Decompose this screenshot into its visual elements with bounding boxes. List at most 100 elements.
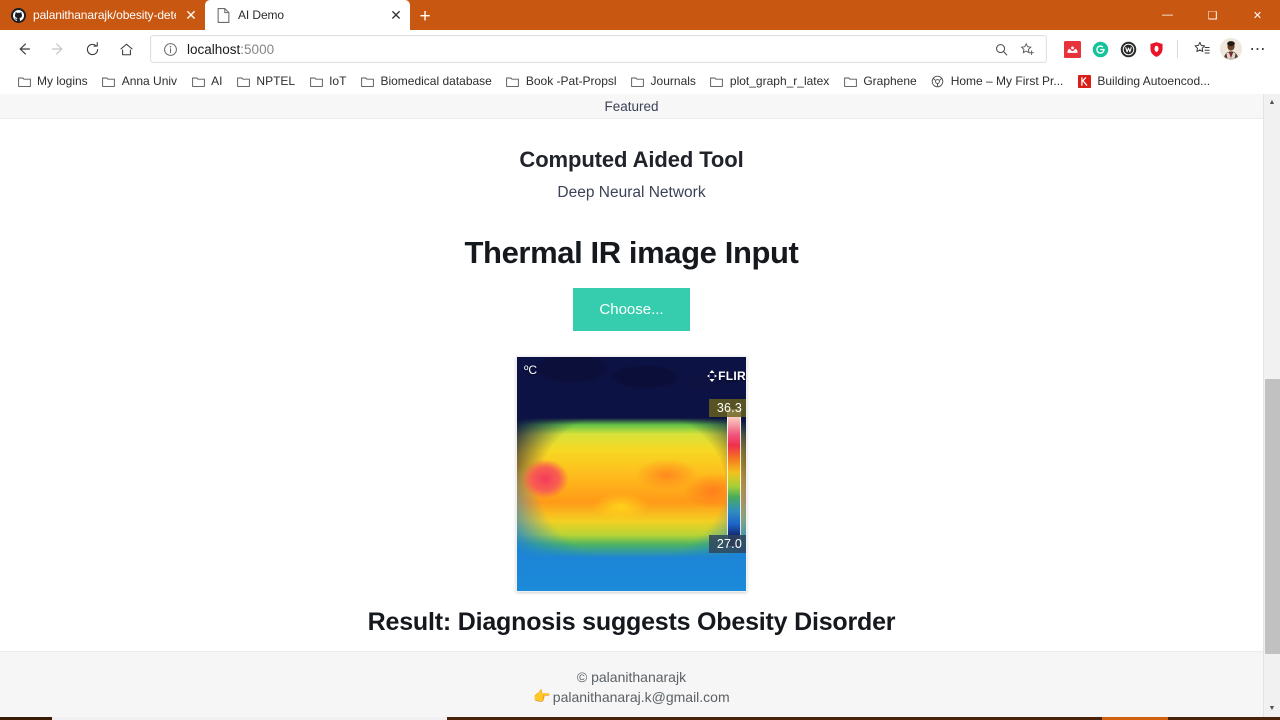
opera-shield-extension-icon[interactable] [1147,40,1165,58]
folder-icon [710,74,724,88]
bookmark-nptel[interactable]: NPTEL [229,72,302,90]
bookmark-my-logins[interactable]: My logins [10,72,95,90]
section-heading: Thermal IR image Input [464,235,799,270]
page-subtitle: Deep Neural Network [557,184,706,201]
tab-close-icon[interactable]: ✕ [183,7,199,23]
bookmark-ai[interactable]: AI [184,72,229,90]
bookmark-anna-univ[interactable]: Anna Univ [95,72,184,90]
bookmark-label: Building Autoencod... [1097,74,1211,88]
folder-icon [17,74,31,88]
github-icon [10,7,26,23]
dark-circle-extension-icon[interactable] [1119,40,1137,58]
maximize-button[interactable]: ❑ [1190,0,1235,30]
profile-avatar[interactable] [1220,38,1242,60]
grammarly-extension-icon[interactable] [1091,40,1109,58]
bookmark-journals[interactable]: Journals [624,72,703,90]
bookmark-label: IoT [329,74,347,88]
forward-button[interactable] [42,34,74,64]
bookmark-home-my-first-pr[interactable]: Home – My First Pr... [924,72,1071,90]
folder-icon [236,74,250,88]
toolbar-divider [1177,40,1178,58]
url-host: localhost [187,41,241,57]
url-text[interactable]: localhost:5000 [179,42,988,57]
navigation-toolbar: localhost:5000 ⋯ [0,30,1280,68]
extension-icons [1055,40,1169,58]
temperature-max-label: 36.3 [708,399,746,417]
tab-title: AI Demo [238,8,284,22]
tab-ai-demo[interactable]: AI Demo ✕ [205,0,410,30]
footer-copyright: © palanithanarajk [576,669,687,685]
search-icon[interactable] [988,37,1014,61]
bookmark-book-pat-propsl[interactable]: Book -Pat-Propsl [499,72,624,90]
flir-diamond-icon [707,370,718,382]
featured-label: Featured [604,98,659,114]
address-bar[interactable]: localhost:5000 [150,35,1047,63]
bookmark-label: Journals [650,74,696,88]
scroll-down-arrow-icon[interactable]: ▼ [1264,700,1280,717]
thermal-image-container: ºC FLIR 36.3 27.0 [0,356,1263,592]
scroll-up-arrow-icon[interactable]: ▲ [1264,94,1280,111]
tab-title: palanithanarajk/obesity-detectio [33,8,176,22]
scrollbar-thumb[interactable] [1264,379,1280,654]
footer-email: palanithanaraj.k@gmail.com [552,688,730,705]
folder-icon [506,74,520,88]
bookmark-building-autoencod[interactable]: Building Autoencod... [1070,72,1217,90]
back-button[interactable] [8,34,40,64]
flir-brand-text: FLIR [718,369,746,383]
footer-email-row: 👉 palanithanaraj.k@gmail.com [0,688,1263,705]
page-viewport: Featured Computed Aided Tool Deep Neural… [0,94,1280,718]
bookmark-label: NPTEL [256,74,296,88]
globe-icon [931,74,945,88]
bookmark-label: My logins [37,74,88,88]
add-favorite-icon[interactable] [1014,37,1040,61]
bookmark-label: plot_graph_r_latex [729,74,830,88]
home-button[interactable] [110,34,142,64]
folder-icon [102,74,116,88]
tab-github[interactable]: palanithanarajk/obesity-detectio ✕ [0,0,205,30]
bookmark-label: AI [211,74,223,88]
bookmark-iot[interactable]: IoT [302,72,353,90]
refresh-button[interactable] [76,34,108,64]
minimize-button[interactable]: — [1145,0,1190,30]
page-icon [215,7,231,23]
bookmark-label: Graphene [863,74,917,88]
bookmarks-bar: My logins Anna Univ AI NPTEL IoT Biomedi… [0,68,1280,94]
folder-icon [360,74,374,88]
thermal-hotspots-layer [517,357,746,591]
folder-icon [631,74,645,88]
scrollbar-track[interactable] [1264,111,1280,700]
diagnosis-result: Result: Diagnosis suggests Obesity Disor… [367,608,896,636]
more-options-icon[interactable]: ⋯ [1244,36,1272,62]
url-port: :5000 [240,41,275,57]
thermal-colorbar [727,409,741,547]
folder-icon [843,74,857,88]
vertical-scrollbar[interactable]: ▲ ▼ [1263,94,1280,718]
pointing-hand-icon: 👉 [533,688,551,705]
main-content: Computed Aided Tool Deep Neural Network … [0,119,1263,651]
choose-file-button[interactable]: Choose... [573,288,690,331]
info-icon[interactable] [161,40,179,58]
close-window-button[interactable]: ✕ [1235,0,1280,30]
bookmark-biomedical-database[interactable]: Biomedical database [353,72,498,90]
page-title: Computed Aided Tool [519,147,744,172]
k-square-icon [1077,74,1091,88]
temperature-min-label: 27.0 [708,535,746,553]
collections-star-icon[interactable] [1186,34,1218,64]
web-page: Featured Computed Aided Tool Deep Neural… [0,94,1263,718]
tab-strip: palanithanarajk/obesity-detectio ✕ AI De… [0,0,1280,30]
folder-icon [309,74,323,88]
thermal-ir-image: ºC FLIR 36.3 27.0 [516,356,747,592]
bookmark-graphene[interactable]: Graphene [836,72,923,90]
flir-logo: FLIR [707,369,746,383]
featured-bar: Featured [0,94,1263,119]
folder-icon [191,74,205,88]
bookmark-label: Biomedical database [380,74,492,88]
temperature-unit-label: ºC [524,363,538,377]
bookmark-label: Anna Univ [121,74,178,88]
bookmark-label: Book -Pat-Propsl [525,74,617,88]
tab-close-icon[interactable]: ✕ [388,7,404,23]
bookmark-plot-graph-r-latex[interactable]: plot_graph_r_latex [703,72,836,90]
browser-window: palanithanarajk/obesity-detectio ✕ AI De… [0,0,1280,720]
mendeley-extension-icon[interactable] [1063,40,1081,58]
new-tab-button[interactable]: + [410,2,440,30]
